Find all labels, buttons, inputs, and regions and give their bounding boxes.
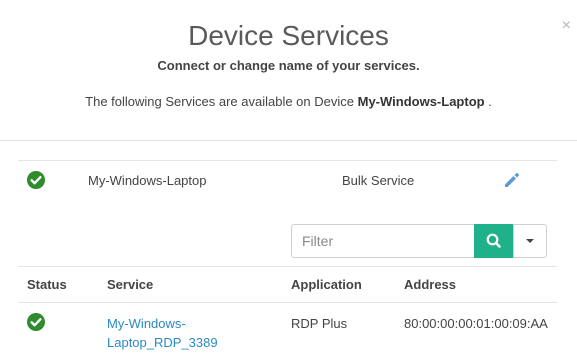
filter-dropdown-button[interactable] [513,224,547,258]
column-header-application[interactable]: Application [291,277,362,292]
info-suffix: . [484,94,492,109]
info-prefix: The following Services are available on … [85,94,354,109]
application-cell: RDP Plus [291,316,348,331]
services-table: Status Service Application Address My-Wi… [18,266,557,363]
service-link[interactable]: My-Windows- Laptop_RDP_3389 [107,314,218,352]
device-name: My-Windows-Laptop [88,173,207,188]
filter-input[interactable] [291,224,482,258]
filter-group [291,224,547,258]
device-info-text: The following Services are available on … [0,94,577,109]
dialog-title: Device Services [188,20,389,51]
check-circle-icon [27,171,45,189]
service-name-line1: My-Windows- [107,316,186,331]
caret-down-icon [526,239,534,243]
device-service-type: Bulk Service [342,173,415,188]
column-header-status[interactable]: Status [27,277,67,292]
device-row: My-Windows-Laptop Bulk Service [18,160,557,201]
address-cell: 80:00:00:00:01:00:09:AA [404,316,548,331]
column-header-service[interactable]: Service [107,277,153,292]
dialog-header: × Device Services Connect or change name… [0,0,577,141]
column-header-address[interactable]: Address [404,277,456,292]
pencil-icon[interactable] [502,170,522,190]
service-name-line2: Laptop_RDP_3389 [107,335,218,350]
table-row: My-Windows- Laptop_RDP_3389 RDP Plus 80:… [18,303,557,363]
search-icon [486,233,501,248]
info-device-name: My-Windows-Laptop [357,94,485,109]
table-header: Status Service Application Address [18,267,557,303]
dialog-subtitle: Connect or change name of your services. [157,58,420,73]
check-circle-icon [27,313,45,331]
search-button[interactable] [474,224,513,258]
